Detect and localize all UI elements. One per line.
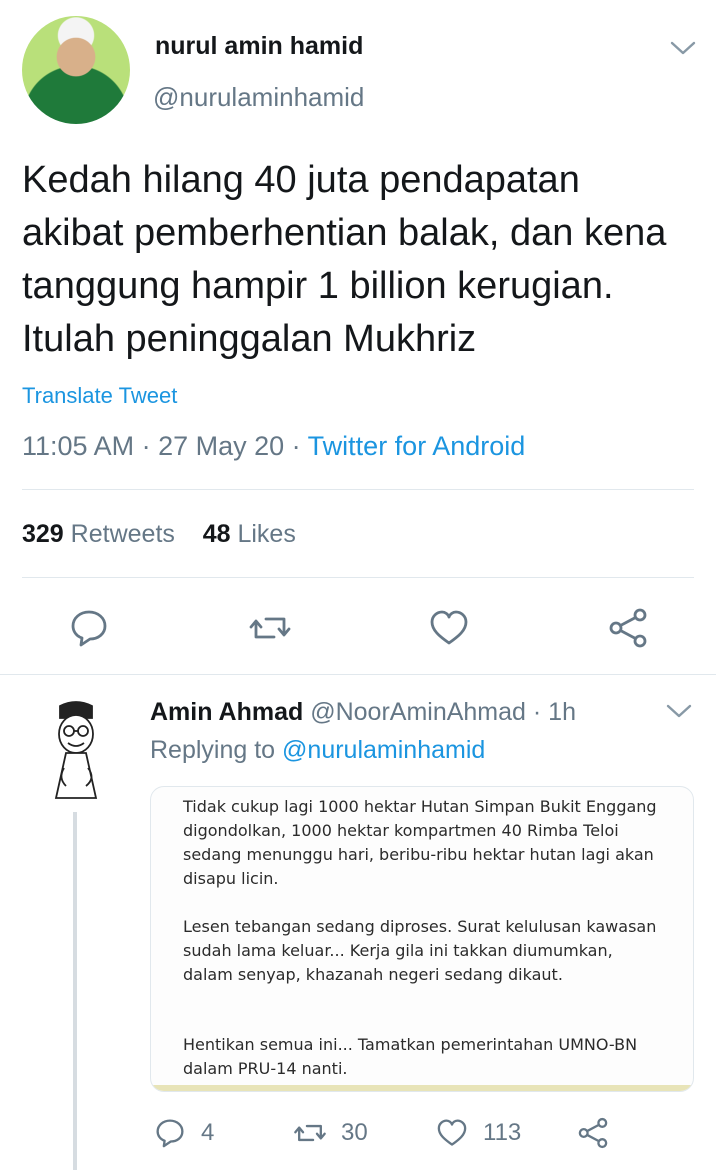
reply-author-avatar[interactable]: [46, 698, 106, 806]
chevron-down-icon[interactable]: [670, 40, 696, 56]
divider: [0, 674, 716, 675]
reply-age: 1h: [548, 698, 576, 726]
divider: [22, 577, 694, 578]
like-label[interactable]: Likes: [237, 520, 295, 548]
reply-like-button[interactable]: 113: [435, 1113, 521, 1153]
tweet-stats: 329 Retweets 48 Likes: [22, 520, 296, 549]
tweet-source-link[interactable]: Twitter for Android: [308, 431, 526, 461]
chevron-down-icon[interactable]: [666, 703, 692, 719]
tweet-meta: 11:05 AM · 27 May 20 · Twitter for Andro…: [22, 431, 526, 461]
tweet-text-line: Itulah peninggalan Mukhriz: [22, 318, 477, 360]
translate-tweet-link[interactable]: Translate Tweet: [22, 383, 177, 409]
replying-prefix: Replying to: [150, 736, 276, 764]
image-text-paragraph: Hentikan semua ini... Tamatkan pemerinta…: [183, 1035, 638, 1078]
author-avatar[interactable]: [22, 16, 130, 124]
author-name[interactable]: nurul amin hamid: [155, 32, 363, 61]
like-icon: [437, 1119, 467, 1146]
replying-to-handle[interactable]: @nurulaminhamid: [282, 736, 485, 764]
image-text-paragraph: Tidak cukup lagi 1000 hektar Hutan Simpa…: [183, 797, 657, 888]
author-handle[interactable]: @nurulaminhamid: [153, 82, 364, 113]
tweet-text-line: akibat pemberhentian balak, dan kena: [22, 212, 667, 254]
tweet-text-line: Kedah hilang 40 juta pendapatan: [22, 159, 580, 201]
reply-author-name[interactable]: Amin Ahmad: [150, 698, 303, 726]
retweet-count[interactable]: 329: [22, 520, 64, 548]
reply-retweet-count: 30: [341, 1119, 368, 1146]
reply-reply-button[interactable]: 4: [153, 1113, 214, 1153]
reply-icon: [156, 1119, 184, 1148]
divider: [22, 489, 694, 490]
replying-to: Replying to @nurulaminhamid: [150, 736, 485, 765]
reply-retweet-button[interactable]: 30: [293, 1113, 368, 1153]
reply-like-count: 113: [483, 1119, 522, 1146]
retweet-icon[interactable]: [248, 606, 292, 650]
tweet-text-line: tanggung hampir 1 billion kerugian.: [22, 265, 614, 307]
thread-line: [73, 812, 77, 1170]
like-icon[interactable]: [427, 606, 471, 650]
reply-count: 4: [201, 1119, 215, 1146]
reply-icon[interactable]: [67, 606, 111, 650]
like-count[interactable]: 48: [203, 520, 231, 548]
image-bottom-strip: [151, 1085, 693, 1091]
reply-author-handle[interactable]: @NoorAminAhmad: [310, 698, 526, 726]
share-icon: [578, 1117, 608, 1149]
tweet-text: Kedah hilang 40 juta pendapatan akibat p…: [22, 154, 712, 366]
image-text-paragraph: Lesen tebangan sedang diproses. Surat ke…: [183, 917, 657, 984]
reply-attached-image[interactable]: Tidak cukup lagi 1000 hektar Hutan Simpa…: [150, 786, 694, 1092]
retweet-label[interactable]: Retweets: [71, 520, 175, 548]
reply-header: Amin Ahmad @NoorAminAhmad · 1h: [150, 698, 576, 726]
tweet-date: 27 May 20: [158, 431, 285, 461]
reply-share-button[interactable]: [576, 1113, 624, 1153]
share-icon[interactable]: [606, 606, 650, 650]
retweet-icon: [294, 1124, 326, 1142]
tweet-time: 11:05 AM: [22, 431, 135, 461]
